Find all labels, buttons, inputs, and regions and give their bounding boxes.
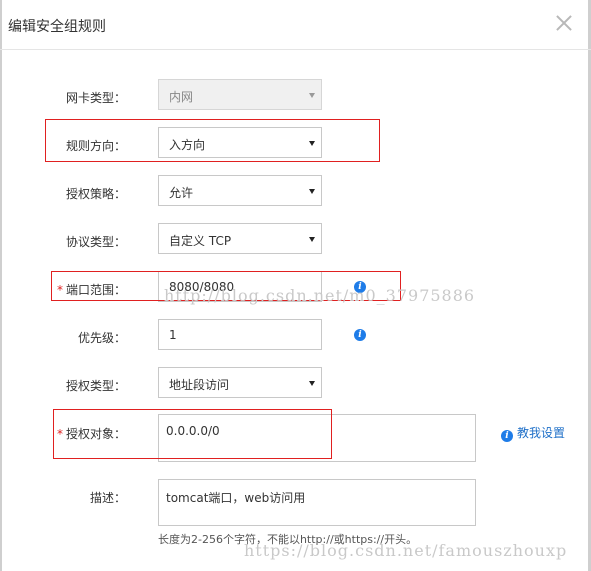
chevron-down-icon [309, 237, 315, 242]
info-icon: i [501, 430, 513, 442]
chevron-down-icon [309, 141, 315, 146]
edit-security-group-rule-dialog: 编辑安全组规则 网卡类型： 内网 规则方向： 入方向 授权策略： 允许 协议类型… [0, 0, 591, 571]
description-textarea[interactable]: tomcat端口，web访问用 [158, 479, 476, 526]
direction-select[interactable]: 入方向 [158, 127, 322, 158]
auth-object-textarea[interactable]: 0.0.0.0/0 [158, 414, 476, 462]
info-icon[interactable]: i [354, 281, 366, 293]
info-icon[interactable]: i [354, 329, 366, 341]
dialog-title: 编辑安全组规则 [8, 19, 106, 35]
chevron-down-icon [309, 381, 315, 386]
chevron-down-icon [309, 189, 315, 194]
direction-value: 入方向 [169, 138, 206, 152]
nic-type-select[interactable]: 内网 [158, 79, 322, 110]
protocol-label: 协议类型： [65, 235, 126, 249]
auth-object-value: 0.0.0.0/0 [166, 424, 220, 438]
policy-select[interactable]: 允许 [158, 175, 322, 206]
dialog-header: 编辑安全组规则 [0, 0, 591, 50]
direction-label: 规则方向： [65, 139, 126, 153]
required-mark: * [56, 283, 63, 297]
port-range-label-text: 端口范围： [65, 283, 126, 297]
help-link-text: 教我设置 [517, 426, 566, 440]
description-value: tomcat端口，web访问用 [166, 491, 306, 505]
auth-object-label-text: 授权对象： [65, 427, 126, 441]
description-hint: 长度为2-256个字符，不能以http://或https://开头。 [158, 533, 418, 546]
auth-type-select[interactable]: 地址段访问 [158, 367, 322, 398]
auth-object-label: * 授权对象： [16, 425, 126, 442]
protocol-value: 自定义 TCP [169, 234, 232, 248]
nic-type-label: 网卡类型： [65, 91, 126, 105]
close-icon[interactable] [553, 12, 575, 34]
required-mark: * [56, 427, 63, 441]
auth-type-label: 授权类型： [65, 379, 126, 393]
priority-label: 优先级： [77, 331, 126, 345]
port-range-label: * 端口范围： [16, 281, 126, 298]
port-range-input[interactable]: 8080/8080 [158, 271, 322, 302]
left-border [0, 0, 2, 571]
priority-value: 1 [169, 328, 177, 342]
policy-value: 允许 [169, 186, 194, 200]
port-range-value: 8080/8080 [169, 280, 235, 294]
policy-label: 授权策略： [65, 187, 126, 201]
description-label: 描述： [89, 491, 126, 505]
help-link[interactable]: i 教我设置 [501, 424, 565, 442]
protocol-select[interactable]: 自定义 TCP [158, 223, 322, 254]
priority-input[interactable]: 1 [158, 319, 322, 350]
chevron-down-icon [309, 93, 315, 98]
nic-type-value: 内网 [169, 90, 194, 104]
auth-type-value: 地址段访问 [169, 378, 230, 392]
